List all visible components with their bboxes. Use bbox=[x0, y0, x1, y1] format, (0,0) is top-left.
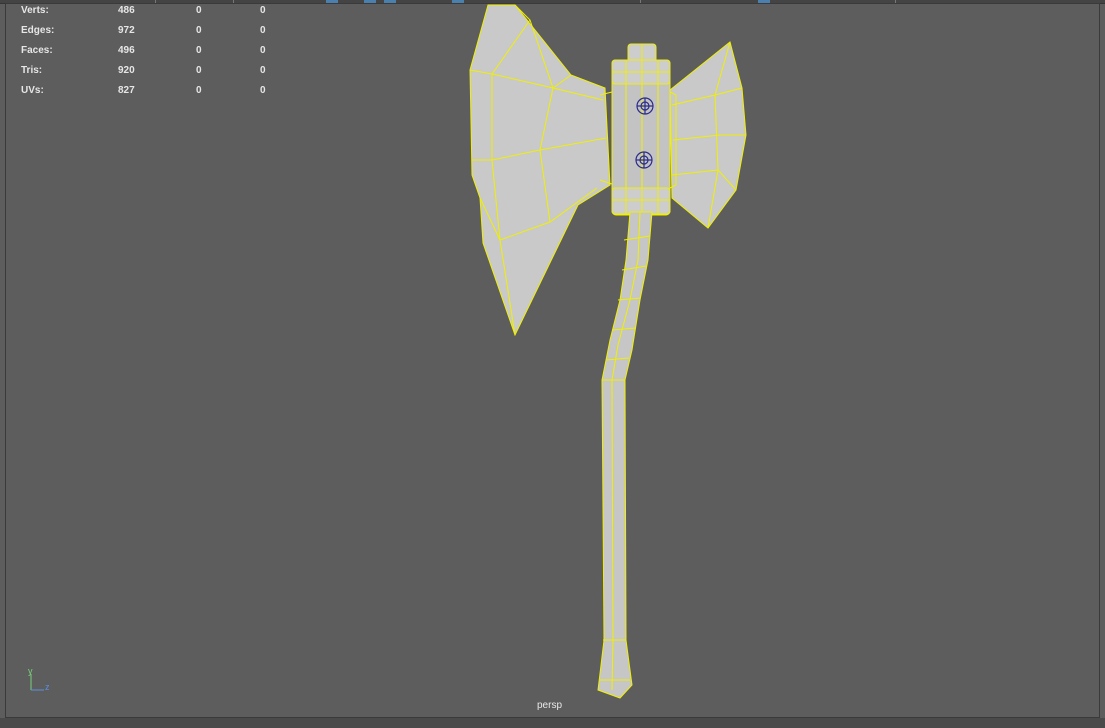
hud-value: 0 bbox=[260, 65, 266, 76]
hud-value: 0 bbox=[196, 85, 202, 96]
hud-value: 972 bbox=[118, 25, 135, 36]
hud-value: 827 bbox=[118, 85, 135, 96]
hud-row-uvs: UVs: 827 0 0 bbox=[21, 85, 281, 105]
hud-value: 486 bbox=[118, 5, 135, 16]
hud-value: 0 bbox=[196, 45, 202, 56]
bottom-strip bbox=[0, 718, 1105, 728]
axis-gizmo-icon: y z bbox=[28, 666, 50, 692]
hud-label: Verts: bbox=[21, 5, 49, 16]
hud-value: 0 bbox=[260, 85, 266, 96]
hud-label: Edges: bbox=[21, 25, 55, 36]
hud-label: UVs: bbox=[21, 85, 44, 96]
hud-row-edges: Edges: 972 0 0 bbox=[21, 25, 281, 45]
hud-label: Faces: bbox=[21, 45, 53, 56]
hud-row-tris: Tris: 920 0 0 bbox=[21, 65, 281, 85]
axis-z-label: z bbox=[45, 682, 50, 692]
hud-row-verts: Verts: 486 0 0 bbox=[21, 5, 281, 25]
pivot-icon[interactable] bbox=[636, 97, 654, 115]
hud-value: 0 bbox=[260, 45, 266, 56]
hud-label: Tris: bbox=[21, 65, 43, 76]
hud-value: 0 bbox=[196, 5, 202, 16]
hud-value: 920 bbox=[118, 65, 135, 76]
hud-value: 0 bbox=[260, 25, 266, 36]
axis-y-label: y bbox=[28, 666, 33, 676]
left-blade bbox=[469, 4, 611, 337]
pivot-icon[interactable] bbox=[635, 151, 653, 169]
hud-value: 0 bbox=[260, 5, 266, 16]
hud-value: 496 bbox=[118, 45, 135, 56]
camera-name-label: persp bbox=[537, 700, 563, 711]
axe-handle bbox=[597, 211, 653, 699]
hud-value: 0 bbox=[196, 25, 202, 36]
axe-mesh[interactable] bbox=[0, 0, 1105, 728]
hud-row-faces: Faces: 496 0 0 bbox=[21, 45, 281, 65]
hud-value: 0 bbox=[196, 65, 202, 76]
poly-count-hud: Verts: 486 0 0 Edges: 972 0 0 Faces: 496… bbox=[21, 5, 281, 105]
